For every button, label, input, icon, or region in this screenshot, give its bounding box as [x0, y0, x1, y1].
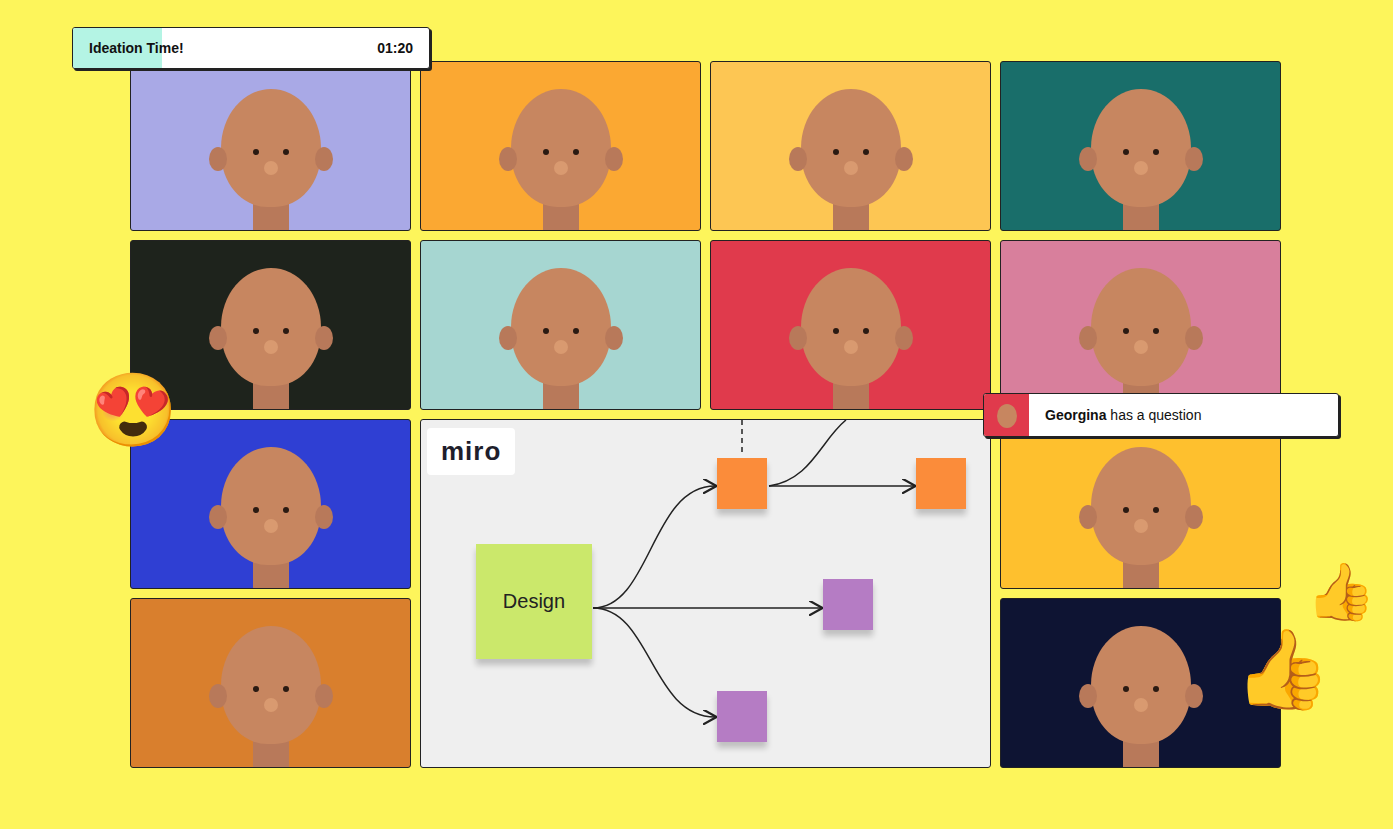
participant-tile[interactable]	[420, 240, 701, 410]
avatar-image	[201, 250, 341, 410]
participant-tile[interactable]	[420, 61, 701, 231]
avatar-image	[781, 250, 921, 410]
miro-board[interactable]: miro Design	[420, 419, 991, 768]
participant-tile[interactable]	[130, 598, 411, 768]
avatar-image	[1071, 608, 1211, 768]
notification-text: Georgina has a question	[1029, 407, 1217, 423]
participant-tile[interactable]	[130, 61, 411, 231]
avatar-image	[491, 71, 631, 231]
avatar-image	[1071, 429, 1211, 589]
participant-tile[interactable]	[1000, 240, 1281, 410]
reaction-emoji: 👍	[1306, 564, 1376, 620]
sticky-note[interactable]: Design	[476, 544, 592, 659]
timer-label: Ideation Time!	[89, 40, 184, 56]
avatar-image	[201, 71, 341, 231]
reaction-emoji: 👍	[1234, 630, 1331, 708]
meeting-screen: miro Design Ideation Time! 01:20 Georgina ha…	[0, 0, 1393, 829]
avatar-image	[1071, 71, 1211, 231]
sticky-note[interactable]	[916, 458, 966, 509]
avatar-image	[491, 250, 631, 410]
sticky-note[interactable]	[823, 579, 873, 630]
sticky-note[interactable]	[717, 458, 767, 509]
sticky-note[interactable]	[717, 691, 767, 742]
avatar-image	[201, 429, 341, 589]
participant-tile[interactable]	[710, 240, 991, 410]
avatar-image	[201, 608, 341, 768]
avatar-image	[1071, 250, 1211, 410]
participant-tile[interactable]	[1000, 419, 1281, 589]
participant-tile[interactable]	[1000, 61, 1281, 231]
reaction-emoji: 😍	[88, 374, 178, 446]
timer-time: 01:20	[377, 40, 413, 56]
miro-logo: miro	[427, 428, 515, 475]
avatar-image	[781, 71, 921, 231]
participant-tile[interactable]	[710, 61, 991, 231]
avatar-icon	[984, 394, 1029, 436]
video-grid: miro Design	[0, 0, 1393, 768]
question-notification[interactable]: Georgina has a question	[983, 393, 1339, 437]
timer-bar: Ideation Time! 01:20	[72, 27, 430, 69]
